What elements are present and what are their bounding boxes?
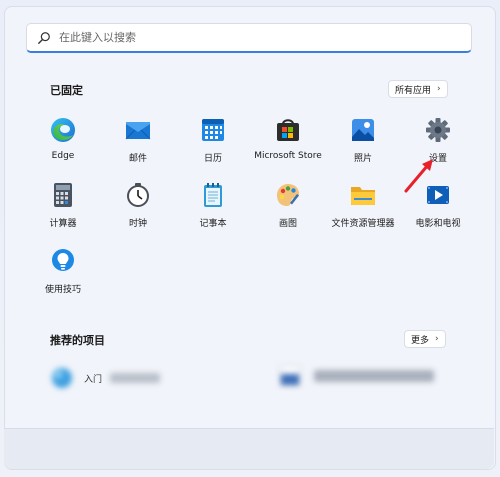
blurred-item-text (110, 373, 161, 383)
more-label: 更多 (411, 335, 430, 346)
app-label: 文件资源管理器 (331, 219, 395, 229)
app-photos[interactable]: 照片 (323, 117, 403, 173)
app-label: 记事本 (199, 219, 227, 229)
app-label: 电影和电视 (415, 219, 461, 229)
chevron-right-icon: › (437, 84, 441, 94)
app-label: 照片 (353, 154, 372, 164)
app-microsoft-store[interactable]: Microsoft Store (248, 117, 328, 173)
app-tips[interactable]: 使用技巧 (23, 248, 103, 304)
more-button[interactable]: 更多 › (404, 330, 446, 348)
app-calculator[interactable]: 计算器 (23, 182, 103, 238)
blurred-item-text (314, 370, 434, 382)
notepad-icon (204, 183, 222, 207)
app-label: 画图 (278, 219, 297, 229)
app-label: 时钟 (128, 219, 147, 229)
start-menu-panel (4, 6, 496, 470)
gear-icon (426, 118, 450, 142)
app-label: 邮件 (128, 154, 147, 164)
search-input[interactable] (57, 30, 441, 45)
edge-icon (51, 118, 75, 142)
get-started-icon (52, 368, 72, 388)
app-paint[interactable]: 画图 (248, 182, 328, 238)
app-mail[interactable]: 邮件 (98, 117, 178, 173)
store-icon (277, 119, 299, 141)
chevron-right-icon: › (435, 334, 439, 344)
folder-icon (351, 187, 375, 205)
calculator-icon (54, 183, 72, 207)
app-notepad[interactable]: 记事本 (173, 182, 253, 238)
recommended-item-2[interactable] (280, 366, 434, 386)
start-menu-footer (4, 428, 494, 469)
app-label: Edge (51, 151, 75, 161)
app-label: 计算器 (49, 219, 77, 229)
app-file-explorer[interactable]: 文件资源管理器 (323, 182, 403, 238)
app-clock[interactable]: 时钟 (98, 182, 178, 238)
photos-icon (352, 119, 374, 141)
paint-icon (277, 184, 300, 206)
app-calendar[interactable]: 日历 (173, 117, 253, 173)
mail-icon (125, 122, 151, 140)
recommended-item-label: 入门 (84, 374, 103, 385)
search-icon (38, 31, 50, 44)
recommended-item-get-started[interactable]: 入门 (50, 366, 161, 390)
pinned-title: 已固定 (50, 84, 83, 97)
app-label: Microsoft Store (254, 151, 322, 161)
clock-icon (127, 183, 149, 207)
calendar-icon (202, 119, 224, 141)
all-apps-label: 所有应用 (395, 85, 432, 96)
tips-icon (52, 249, 74, 271)
app-label: 使用技巧 (44, 285, 81, 295)
search-box[interactable] (26, 23, 472, 53)
app-edge[interactable]: Edge (23, 117, 103, 173)
file-icon (280, 366, 300, 386)
recommended-title: 推荐的项目 (50, 334, 105, 347)
app-label: 日历 (203, 154, 222, 164)
all-apps-button[interactable]: 所有应用 › (388, 80, 448, 98)
annotation-arrow-icon (404, 159, 433, 193)
